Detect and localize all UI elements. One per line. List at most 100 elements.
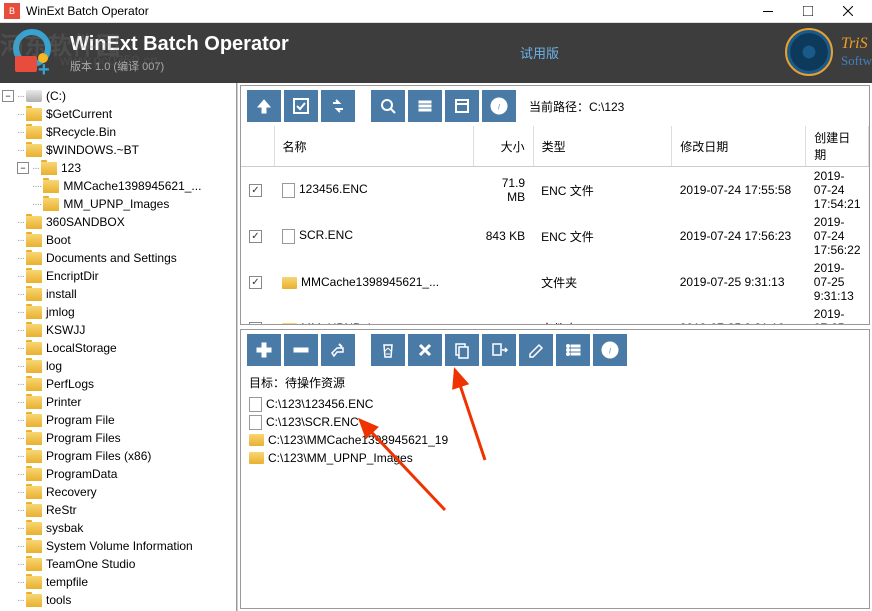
tree-item[interactable]: ···PerfLogs [2,375,234,393]
files-table[interactable]: 名称 大小 类型 修改日期 创建日期 123456.ENC71.9 MBENC … [241,126,869,325]
folder-tree[interactable]: − ··· (C:) ···$GetCurrent···$Recycle.Bin… [0,83,237,611]
trial-link[interactable]: 试用版 [520,43,559,62]
tree-item[interactable]: ···KSWJJ [2,321,234,339]
col-created[interactable]: 创建日期 [806,126,869,167]
folder-icon [26,414,42,427]
targets-toolbar: i [241,330,869,370]
tree-item[interactable]: ···$WINDOWS.~BT [2,141,234,159]
folder-icon [26,468,42,481]
rename-button[interactable] [519,334,553,366]
file-created: 2019-07-25 9:31:10 [806,305,869,325]
tree-item-label: tempfile [46,575,88,589]
app-icon: B [4,3,20,19]
tree-item[interactable]: ···log [2,357,234,375]
tree-item-label: Recovery [46,485,97,499]
target-item[interactable]: C:\123\SCR.ENC [249,413,861,431]
tree-root[interactable]: − ··· (C:) [2,87,234,105]
col-modified[interactable]: 修改日期 [672,126,806,167]
select-all-button[interactable] [284,90,318,122]
col-size[interactable]: 大小 [473,126,533,167]
checkbox[interactable] [249,322,262,325]
folder-icon [26,270,42,283]
tree-item[interactable]: ···TeamOne Studio [2,555,234,573]
app-logo: + [10,28,60,78]
tree-item[interactable]: ···ProgramData [2,465,234,483]
tree-item[interactable]: ···System Volume Information [2,537,234,555]
tree-item[interactable]: ···Documents and Settings [2,249,234,267]
tree-item[interactable]: ····MM_UPNP_Images [2,195,234,213]
tree-item-label: 360SANDBOX [46,215,125,229]
copy-button[interactable] [445,334,479,366]
tree-item-label: Program Files (x86) [46,449,151,463]
tree-item[interactable]: ···tools [2,591,234,609]
tree-item[interactable]: ···Printer [2,393,234,411]
maximize-button[interactable] [788,1,828,21]
close-button[interactable] [828,1,868,21]
search-button[interactable] [371,90,405,122]
add-button[interactable] [247,334,281,366]
tree-item[interactable]: ···EncriptDir [2,267,234,285]
tree-item[interactable]: ···Recovery [2,483,234,501]
target-item[interactable]: C:\123\MM_UPNP_Images [249,449,861,467]
tree-item[interactable]: ···sysbak [2,519,234,537]
target-item[interactable]: C:\123\MMCache1398945621_19 [249,431,861,449]
tree-item[interactable]: −···123 [2,159,234,177]
remove-button[interactable] [284,334,318,366]
brand-name-1: TriS [841,35,872,53]
tree-item[interactable]: ···Program Files [2,429,234,447]
col-type[interactable]: 类型 [533,126,672,167]
filter-button[interactable] [408,90,442,122]
file-type: ENC 文件 [533,213,672,259]
tree-item[interactable]: ···Program File [2,411,234,429]
table-row[interactable]: SCR.ENC843 KBENC 文件2019-07-24 17:56:2320… [241,213,869,259]
target-item[interactable]: C:\123\123456.ENC [249,395,861,413]
folder-icon [26,234,42,247]
table-row[interactable]: MM_UPNP_Images文件夹2019-07-25 9:31:102019-… [241,305,869,325]
tree-item-label: jmlog [46,305,75,319]
move-button[interactable] [482,334,516,366]
tree-item-label: LocalStorage [46,341,117,355]
col-name[interactable]: 名称 [274,126,473,167]
tree-item-label: MMCache1398945621_... [63,179,201,193]
minimize-button[interactable] [748,1,788,21]
tree-item-label: Documents and Settings [46,251,177,265]
tree-item[interactable]: ···Boot [2,231,234,249]
tree-item[interactable]: ···360SANDBOX [2,213,234,231]
table-row[interactable]: 123456.ENC71.9 MBENC 文件2019-07-24 17:55:… [241,167,869,214]
tree-item[interactable]: ···tempfile [2,573,234,591]
clear-button[interactable] [321,334,355,366]
list-button[interactable] [556,334,590,366]
window-button[interactable] [445,90,479,122]
target-path: C:\123\MM_UPNP_Images [268,451,413,465]
tree-item-label: Program Files [46,431,121,445]
tree-item[interactable]: ···jmlog [2,303,234,321]
invert-button[interactable] [321,90,355,122]
tree-item[interactable]: ···ReStr [2,501,234,519]
table-row[interactable]: MMCache1398945621_...文件夹2019-07-25 9:31:… [241,259,869,305]
delete-button[interactable] [408,334,442,366]
tree-item[interactable]: ···install [2,285,234,303]
tree-item[interactable]: ···$GetCurrent [2,105,234,123]
recycle-button[interactable] [371,334,405,366]
checkbox[interactable] [249,184,262,197]
folder-icon [26,522,42,535]
info-button-2[interactable]: i [593,334,627,366]
folder-icon [41,162,57,175]
app-title: WinExt Batch Operator [70,33,289,56]
info-button[interactable]: i [482,90,516,122]
tree-item[interactable]: ···$Recycle.Bin [2,123,234,141]
collapse-icon[interactable]: − [17,162,29,174]
folder-icon [26,576,42,589]
checkbox[interactable] [249,230,262,243]
tree-item-label: $Recycle.Bin [46,125,116,139]
tree-item[interactable]: ···Program Files (x86) [2,447,234,465]
checkbox[interactable] [249,276,262,289]
tree-item[interactable]: ···LocalStorage [2,339,234,357]
files-panel: i 当前路径：C:\123 名称 大小 类型 修改日期 创建日期 123456.… [240,85,870,325]
up-button[interactable] [247,90,281,122]
collapse-icon[interactable]: − [2,90,14,102]
folder-icon [26,252,42,265]
tree-item[interactable]: ····MMCache1398945621_... [2,177,234,195]
target-list[interactable]: C:\123\123456.ENCC:\123\SCR.ENCC:\123\MM… [241,395,869,467]
folder-icon [282,323,297,325]
